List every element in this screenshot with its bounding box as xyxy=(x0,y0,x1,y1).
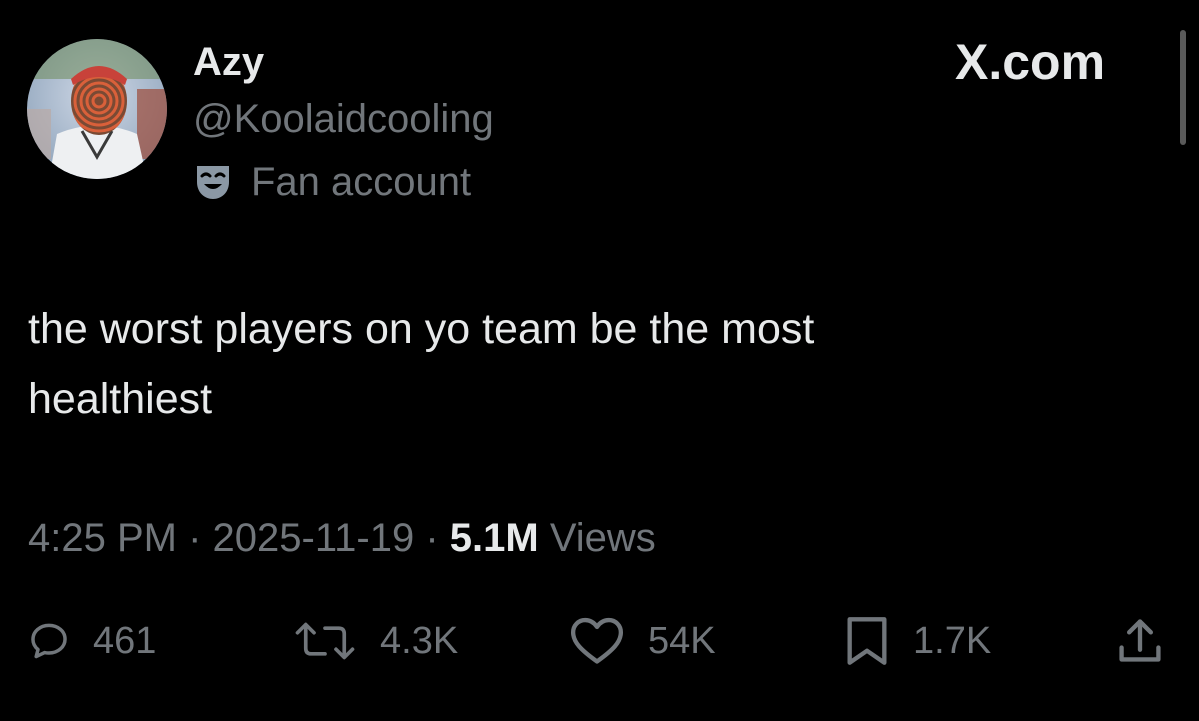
account-label: Fan account xyxy=(193,158,471,206)
views-label: Views xyxy=(549,516,656,560)
reply-count: 461 xyxy=(93,619,157,662)
tweet-time[interactable]: 4:25 PM xyxy=(28,516,177,560)
author-handle[interactable]: @Koolaidcooling xyxy=(193,95,494,143)
share-icon xyxy=(1119,619,1161,662)
like-button[interactable]: 54K xyxy=(568,613,716,669)
like-count: 54K xyxy=(648,619,716,662)
site-logo: X.com xyxy=(955,34,1106,90)
meta-separator: · xyxy=(188,516,202,560)
reply-icon xyxy=(31,623,67,659)
scrollbar[interactable] xyxy=(1180,30,1186,145)
avatar[interactable] xyxy=(27,39,167,179)
heart-icon xyxy=(570,617,624,664)
theater-mask-icon xyxy=(197,166,229,199)
bookmark-icon xyxy=(847,617,887,665)
meta-separator: · xyxy=(425,516,439,560)
share-button[interactable] xyxy=(1110,613,1192,669)
tweet-text: the worst players on yo team be the most… xyxy=(28,294,1128,434)
retweet-button[interactable]: 4.3K xyxy=(292,613,458,669)
tweet-text-line: the worst players on yo team be the most xyxy=(28,305,815,353)
retweet-count: 4.3K xyxy=(380,619,459,662)
bookmark-button[interactable]: 1.7K xyxy=(843,613,991,669)
account-label-text: Fan account xyxy=(251,160,472,204)
tweet-meta: 4:25 PM · 2025-11-19 · 5.1M Views xyxy=(28,513,656,563)
author-display-name[interactable]: Azy xyxy=(193,38,264,86)
tweet-date[interactable]: 2025-11-19 xyxy=(213,516,415,560)
avatar-image xyxy=(27,39,167,179)
reply-button[interactable]: 461 xyxy=(27,613,156,669)
views-count: 5.1M xyxy=(449,516,539,560)
tweet-text-line: healthiest xyxy=(28,375,213,423)
retweet-icon xyxy=(295,622,355,660)
bookmark-count: 1.7K xyxy=(913,619,992,662)
